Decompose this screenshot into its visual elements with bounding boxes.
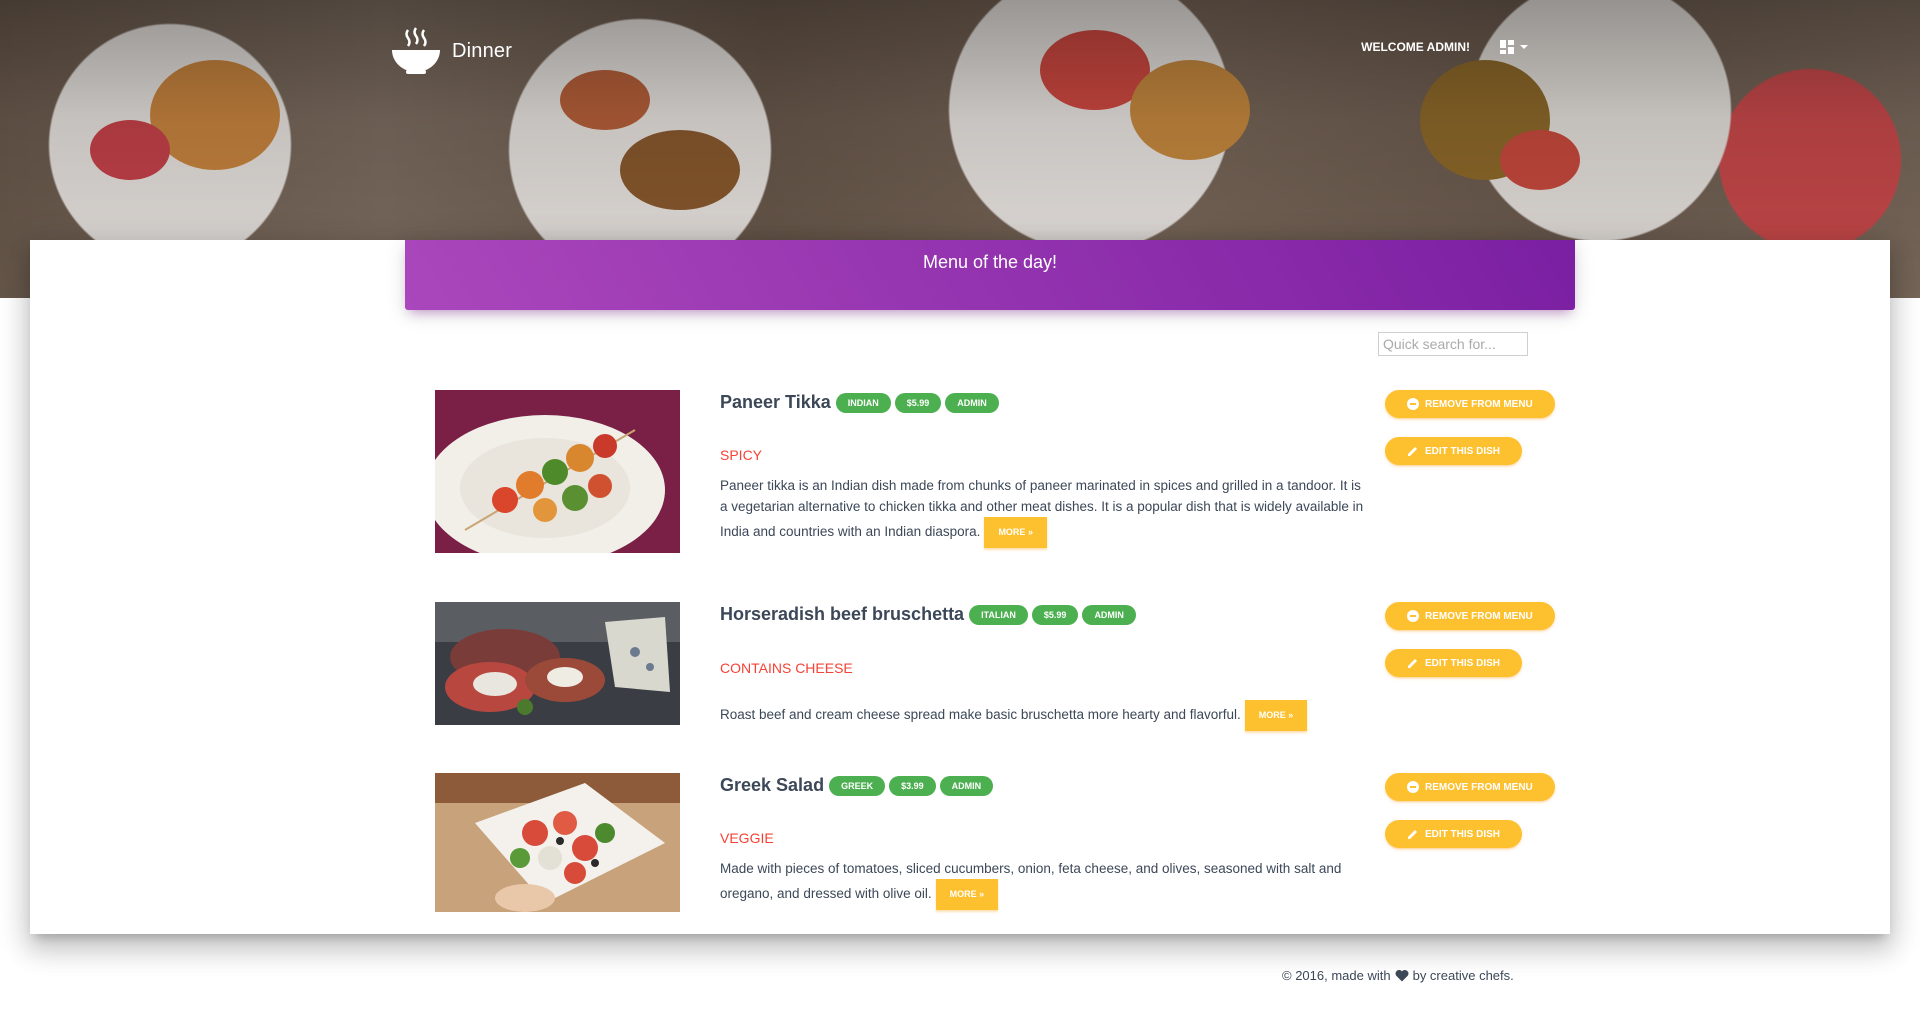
remove-circle-icon: [1407, 610, 1419, 622]
dish-description: Made with pieces of tomatoes, sliced cuc…: [720, 858, 1380, 910]
welcome-text: WELCOME ADMIN!: [1361, 40, 1470, 54]
more-button[interactable]: MORE »: [935, 879, 999, 910]
pencil-icon: [1408, 830, 1417, 839]
remove-from-menu-button[interactable]: REMOVE FROM MENU: [1385, 390, 1555, 418]
brand[interactable]: Dinner: [390, 26, 512, 76]
remove-label: REMOVE FROM MENU: [1425, 781, 1533, 793]
dish-description-text: Made with pieces of tomatoes, sliced cuc…: [720, 861, 1342, 902]
chevron-down-icon: [1520, 45, 1528, 49]
dish-photo: [435, 773, 680, 912]
dish-name[interactable]: Greek Salad: [720, 775, 824, 796]
dish-name[interactable]: Horseradish beef bruschetta: [720, 604, 964, 625]
remove-from-menu-button[interactable]: REMOVE FROM MENU: [1385, 602, 1555, 630]
dish-tag: VEGGIE: [720, 830, 774, 846]
cuisine-badge: GREEK: [829, 775, 886, 796]
main-card: Menu of the day! Paneer Tikka INDIAN: [30, 240, 1890, 934]
remove-circle-icon: [1407, 398, 1419, 410]
dish-title-row: Greek Salad GREEK $3.99 ADMIN: [720, 775, 994, 796]
bruschetta-photo: [435, 602, 680, 725]
author-badge: ADMIN: [1082, 604, 1136, 625]
dish-item: Horseradish beef bruschetta ITALIAN $5.9…: [405, 602, 1575, 731]
more-button[interactable]: MORE »: [984, 517, 1047, 548]
remove-circle-icon: [1407, 781, 1419, 793]
dish-photo: [435, 602, 680, 725]
remove-label: REMOVE FROM MENU: [1425, 610, 1533, 622]
dashboard-menu-button[interactable]: [1500, 40, 1528, 54]
edit-label: EDIT THIS DISH: [1425, 445, 1501, 457]
dish-description: Paneer tikka is an Indian dish made from…: [720, 475, 1370, 548]
paneer-tikka-photo: [435, 390, 680, 553]
cuisine-badge: INDIAN: [835, 392, 891, 413]
bowl-icon: [392, 27, 440, 74]
dish-name[interactable]: Paneer Tikka: [720, 392, 831, 413]
dish-description-text: Roast beef and cream cheese spread make …: [720, 707, 1241, 723]
brand-name: Dinner: [452, 39, 513, 62]
price-badge: $3.99: [889, 775, 936, 796]
dish-description: Roast beef and cream cheese spread make …: [720, 700, 1420, 731]
footer-text-before: © 2016, made with: [1282, 968, 1391, 983]
author-badge: ADMIN: [945, 392, 999, 413]
greek-salad-photo: [435, 773, 680, 912]
more-button[interactable]: MORE »: [1244, 700, 1308, 731]
price-badge: $5.99: [894, 392, 942, 413]
cuisine-badge: ITALIAN: [969, 604, 1028, 625]
pencil-icon: [1408, 659, 1417, 668]
dish-tag: SPICY: [720, 447, 763, 463]
footer: © 2016, made with by creative chefs.: [1282, 968, 1514, 983]
edit-label: EDIT THIS DISH: [1425, 657, 1501, 669]
heart-icon: [1395, 970, 1409, 982]
pencil-icon: [1408, 447, 1417, 456]
search-input[interactable]: [1378, 332, 1528, 356]
dashboard-icon: [1500, 40, 1514, 54]
menu-title: Menu of the day!: [922, 252, 1058, 272]
dish-photo: [435, 390, 680, 553]
top-nav: WELCOME ADMIN!: [1361, 40, 1528, 54]
remove-from-menu-button[interactable]: REMOVE FROM MENU: [1385, 773, 1555, 801]
dish-title-row: Horseradish beef bruschetta ITALIAN $5.9…: [720, 604, 1136, 625]
price-badge: $5.99: [1031, 604, 1079, 625]
footer-text-after: by creative chefs.: [1412, 968, 1514, 983]
author-badge: ADMIN: [939, 775, 994, 796]
edit-dish-button[interactable]: EDIT THIS DISH: [1385, 820, 1523, 848]
menu-header: Menu of the day!: [405, 240, 1575, 310]
dish-item: Greek Salad GREEK $3.99 ADMIN VEGGIE Mad…: [405, 773, 1575, 913]
dish-item: Paneer Tikka INDIAN $5.99 ADMIN SPICY Pa…: [405, 390, 1575, 555]
edit-label: EDIT THIS DISH: [1425, 828, 1501, 840]
dish-title-row: Paneer Tikka INDIAN $5.99 ADMIN: [720, 392, 999, 413]
remove-label: REMOVE FROM MENU: [1425, 398, 1533, 410]
dish-tag: CONTAINS CHEESE: [720, 660, 853, 676]
edit-dish-button[interactable]: EDIT THIS DISH: [1385, 649, 1523, 677]
edit-dish-button[interactable]: EDIT THIS DISH: [1385, 437, 1523, 465]
